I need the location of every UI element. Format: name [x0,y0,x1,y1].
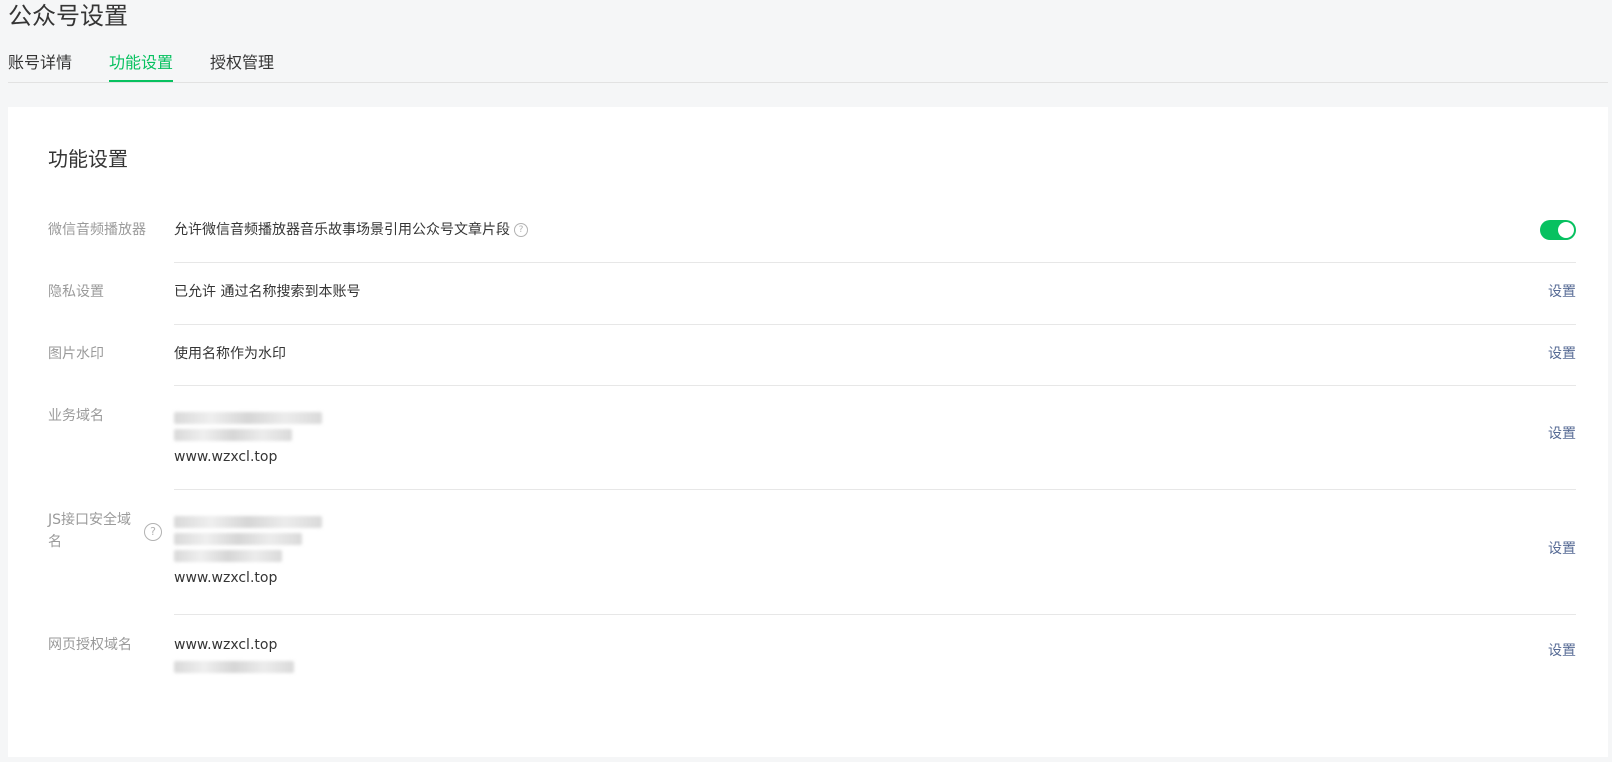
divider-row [48,614,1576,615]
row-content: 使用名称作为水印 [174,346,286,362]
tab-account-details[interactable]: 账号详情 [8,52,72,80]
web-auth-domain-list: www.wzxcl.top [174,634,334,678]
redacted-domain [174,550,282,562]
row-label: 图片水印 [48,346,104,362]
domain-entry: www.wzxcl.top [174,449,278,465]
divider-row [48,262,1576,263]
watermark-settings-link[interactable]: 设置 [1548,343,1576,365]
toggle-knob [1558,222,1574,238]
row-privacy: 隐私设置 已允许 通过名称搜索到本账号 设置 [48,281,1576,325]
tab-bar: 账号详情 功能设置 授权管理 [8,52,1608,83]
divider [174,324,1576,325]
audio-player-toggle[interactable] [1540,220,1576,240]
redacted-domain [174,412,322,424]
privacy-settings-link[interactable]: 设置 [1548,281,1576,303]
row-label: 隐私设置 [48,284,104,300]
row-web-auth-domain: 网页授权域名 www.wzxcl.top 设置 [48,634,1576,694]
help-icon[interactable]: ? [144,523,162,541]
card-title: 功能设置 [48,147,128,171]
business-domain-settings-link[interactable]: 设置 [1548,423,1576,445]
js-domain-list: www.wzxcl.top [174,511,334,589]
domain-entry: www.wzxcl.top [174,570,278,586]
domain-entry: www.wzxcl.top [174,637,278,653]
help-icon[interactable]: ? [514,223,528,237]
row-js-domain: JS接口安全域名 ? www.wzxcl.top 设置 [48,509,1576,619]
row-watermark: 图片水印 使用名称作为水印 设置 [48,343,1576,387]
row-audio-player: 微信音频播放器 允许微信音频播放器音乐故事场景引用公众号文章片段? [48,219,1576,263]
divider [174,489,1576,490]
row-label: JS接口安全域名 [48,512,132,550]
settings-card: 功能设置 微信音频播放器 允许微信音频播放器音乐故事场景引用公众号文章片段? 隐… [8,107,1608,757]
tab-authorization-management[interactable]: 授权管理 [210,52,274,80]
audio-player-description: 允许微信音频播放器音乐故事场景引用公众号文章片段 [174,222,510,238]
row-label: 业务域名 [48,408,104,424]
divider [174,385,1576,386]
divider-row [48,489,1576,490]
row-label: 微信音频播放器 [48,222,146,238]
divider [174,262,1576,263]
page-title: 公众号设置 [8,2,128,30]
row-business-domain: 业务域名 www.wzxcl.top 设置 [48,405,1576,491]
tab-function-settings[interactable]: 功能设置 [109,52,174,82]
redacted-domain [174,516,322,528]
business-domain-list: www.wzxcl.top [174,407,334,468]
web-auth-domain-settings-link[interactable]: 设置 [1548,640,1576,662]
divider-row [48,385,1576,386]
divider [174,614,1576,615]
redacted-domain [174,533,302,545]
redacted-domain [174,661,294,673]
row-content: 已允许 通过名称搜索到本账号 [174,284,361,300]
redacted-domain [174,429,292,441]
row-content: 允许微信音频播放器音乐故事场景引用公众号文章片段? [174,219,528,241]
js-domain-settings-link[interactable]: 设置 [1548,538,1576,560]
row-label: 网页授权域名 [48,637,132,653]
divider-row [48,324,1576,325]
